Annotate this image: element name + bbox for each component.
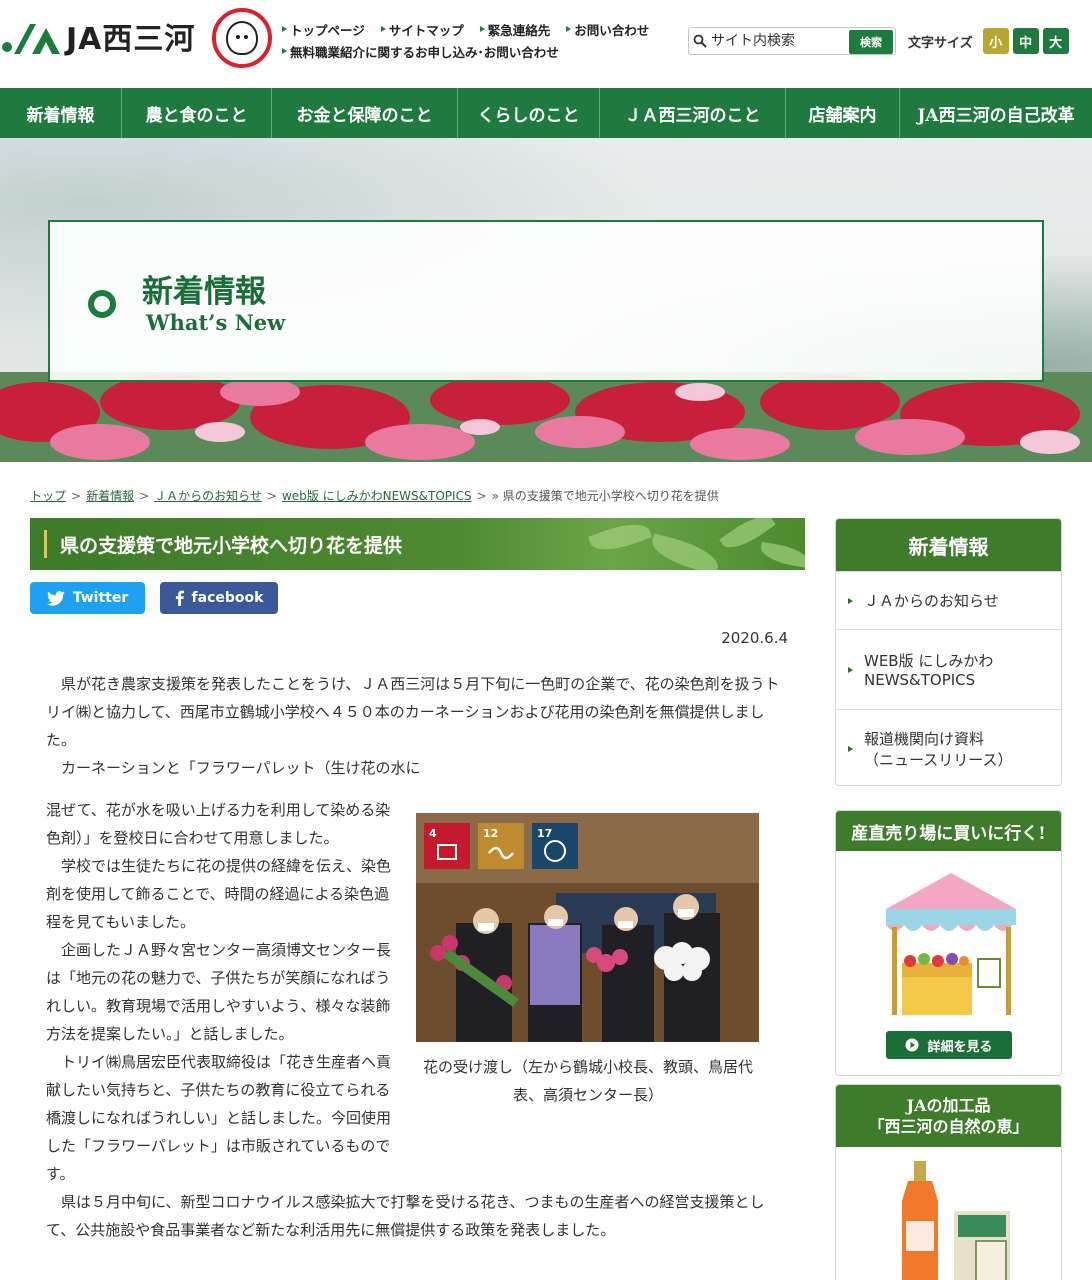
sdg-17-number: 17 — [537, 827, 552, 840]
sidebar-products-banner[interactable]: JAの加工品 「西三河の自然の恵」 — [835, 1084, 1062, 1280]
article-photo[interactable]: 4 12 17 — [416, 813, 759, 1042]
sdg-4-number: 4 — [429, 827, 437, 840]
arrow-right-icon — [848, 666, 853, 673]
search-input[interactable] — [711, 33, 841, 49]
font-size-medium-button[interactable]: 中 — [1012, 28, 1039, 54]
article-paragraph-1: 県が花き農家支援策を発表したことをうけ、ＪＡ西三河は５月下旬に一色町の企業で、花… — [46, 675, 780, 749]
facebook-share-button[interactable]: facebook — [160, 582, 278, 614]
link-contact[interactable]: お問い合わせ — [566, 20, 649, 39]
link-emergency[interactable]: 緊急連絡先 — [479, 20, 550, 39]
sidebar-market-title: 産直売り場に買いに行く! — [836, 811, 1061, 851]
nav-item-finance[interactable]: お金と保障のこと — [272, 88, 458, 138]
twitter-share-button[interactable]: Twitter — [30, 582, 145, 614]
link-job-referral[interactable]: 無料職業紹介に関するお申し込み･お問い合わせ — [282, 42, 559, 61]
twitter-share-label: Twitter — [72, 590, 129, 606]
nav-item-reform[interactable]: JA西三河の自己改革 — [900, 88, 1092, 138]
article-paragraph-6: トリイ㈱鳥居宏臣代表取締役は「花き生産者へ貢献したい気持ちと、子供たちの教育に役… — [46, 1053, 392, 1183]
font-size-label: 文字サイズ — [908, 35, 973, 51]
font-size-switcher: 文字サイズ 小 中 大 — [908, 28, 1069, 54]
breadcrumb-link-news-topics[interactable]: web版 にしみかわNEWS&TOPICS — [282, 489, 472, 503]
sidebar-item-ja-notices[interactable]: ＪＡからのお知らせ — [836, 571, 1061, 629]
search-button[interactable]: 検索 — [849, 30, 893, 54]
article-date: 2020.6.4 — [721, 629, 788, 647]
nav-item-about[interactable]: ＪＡ西三河のこと — [600, 88, 786, 138]
utility-links: トップページ サイトマップ 緊急連絡先 お問い合わせ 無料職業紹介に関するお申し… — [282, 18, 649, 62]
nav-item-branches[interactable]: 店舗案内 — [786, 88, 900, 138]
market-detail-button[interactable]: 詳細を見る — [886, 1031, 1012, 1059]
arrow-right-icon — [848, 597, 853, 604]
nav-item-living[interactable]: くらしのこと — [458, 88, 600, 138]
sidebar-products-title: JAの加工品 「西三河の自然の恵」 — [836, 1085, 1061, 1147]
play-circle-icon — [905, 1038, 919, 1052]
font-size-large-button[interactable]: 大 — [1042, 28, 1069, 54]
article-paragraph-4: 学校では生徒たちに花の提供の経緯を伝え、染色剤を使用して飾ることで、時間の経過に… — [46, 857, 392, 931]
article-paragraph-3: 混ぜて、花が水を吸い上げる力を利用して染める染色剤）」を登校日に合わせて用意しま… — [46, 801, 391, 847]
site-header: JA西三河 トップページ サイトマップ 緊急連絡先 お問い合わせ 無料職業紹介に… — [0, 0, 1092, 88]
hero-banner: 新着情報 What’s New — [0, 138, 1092, 462]
breadcrumb-current: » 県の支援策で地元小学校へ切り花を提供 — [491, 489, 719, 503]
sidebar-item-press-releases[interactable]: 報道機関向け資料 （ニュースリリース） — [836, 709, 1061, 785]
sidebar-news-title: 新着情報 — [836, 519, 1061, 571]
article-title-bar: 県の支援策で地元小学校へ切り花を提供 — [30, 518, 805, 570]
photo-caption: 花の受け渡し（左から鶴城小校長、教頭、鳥居代表、高須センター長） — [422, 1058, 753, 1104]
facebook-f-icon — [175, 590, 184, 606]
flower-field-image — [0, 372, 1092, 462]
hero-title-box: 新着情報 What’s New — [48, 220, 1044, 382]
facebook-share-label: facebook — [191, 590, 264, 606]
article-paragraph-5: 企画したＪＡ野々宮センター高須博文センター長は「地元の花の魅力で、子供たちが笑顔… — [46, 941, 392, 1043]
breadcrumb-link-ja-notices[interactable]: ＪＡからのお知らせ — [154, 489, 262, 503]
title-accent-bar — [44, 530, 47, 558]
nav-item-agri-food[interactable]: 農と食のこと — [122, 88, 272, 138]
global-nav: 新着情報 農と食のこと お金と保障のこと くらしのこと ＪＡ西三河のこと 店舗案… — [0, 88, 1092, 138]
twitter-bird-icon — [46, 590, 65, 606]
search-icon — [689, 34, 711, 48]
sidebar-item-news-topics[interactable]: WEB版 にしみかわ NEWS&TOPICS — [836, 629, 1061, 709]
arrow-right-icon — [848, 745, 853, 752]
link-top-page[interactable]: トップページ — [282, 20, 365, 39]
article-paragraph-2: カーネーションと「フラワーパレット（生け花の水に — [46, 759, 421, 777]
site-search: 検索 — [688, 27, 896, 55]
article-paragraph-7: 県は５月中旬に、新型コロナウイルス感染拡大で打撃を受ける花き、つまもの生産者への… — [46, 1193, 765, 1239]
hero-subtitle: What’s New — [146, 310, 286, 335]
font-size-small-button[interactable]: 小 — [982, 28, 1009, 54]
sidebar-news: 新着情報 ＪＡからのお知らせ WEB版 にしみかわ NEWS&TOPICS 報道… — [835, 518, 1062, 786]
processed-products-image — [902, 1161, 1010, 1280]
link-sitemap[interactable]: サイトマップ — [380, 20, 464, 39]
breadcrumb: トップ > 新着情報 > ＪＡからのお知らせ > web版 にしみかわNEWS&TOPICS… — [30, 489, 719, 503]
breadcrumb-link-top[interactable]: トップ — [30, 489, 66, 503]
mascot-badge-icon[interactable] — [212, 8, 272, 68]
hero-title: 新着情報 — [142, 274, 266, 310]
ja-logo-mark-icon — [0, 14, 62, 58]
sidebar-market-banner[interactable]: 産直売り場に買いに行く! 詳細を見る — [835, 810, 1062, 1076]
logo-text: JA西三河 — [66, 22, 196, 57]
breadcrumb-link-news[interactable]: 新着情報 — [86, 489, 134, 503]
site-logo[interactable]: JA西三河 — [0, 14, 195, 58]
nav-item-news[interactable]: 新着情報 — [0, 88, 122, 138]
article-title: 県の支援策で地元小学校へ切り花を提供 — [60, 535, 403, 557]
market-stall-illustration — [886, 873, 1016, 1015]
sdg-12-number: 12 — [483, 827, 498, 840]
circle-bullet-icon — [88, 290, 116, 318]
